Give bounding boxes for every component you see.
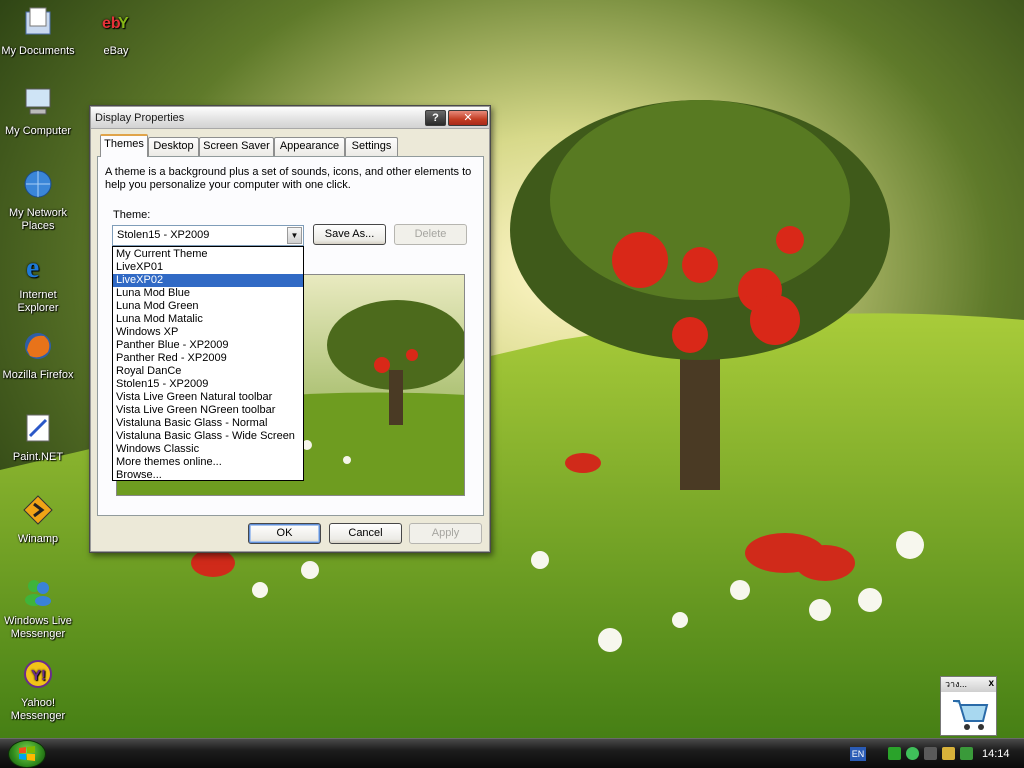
desktop-icon-ebay[interactable]: eb Y eBay	[78, 6, 154, 58]
folder-documents-icon	[25, 7, 51, 35]
language-indicator[interactable]: EN	[850, 747, 866, 761]
dropdown-item[interactable]: Vistaluna Basic Glass - Wide Screen	[113, 430, 303, 443]
widget-close-button[interactable]: x	[988, 678, 994, 689]
save-as-button[interactable]: Save As...	[313, 224, 386, 245]
computer-icon	[25, 88, 51, 115]
dropdown-item[interactable]: Luna Mod Matalic	[113, 313, 303, 326]
dropdown-item[interactable]: Vistaluna Basic Glass - Normal	[113, 417, 303, 430]
dropdown-item[interactable]: Luna Mod Blue	[113, 287, 303, 300]
dropdown-item[interactable]: Stolen15 - XP2009	[113, 378, 303, 391]
internet-explorer-icon: e	[26, 251, 39, 284]
windows-logo-icon	[19, 746, 35, 761]
ok-button[interactable]: OK	[248, 523, 321, 544]
delete-button[interactable]: Delete	[394, 224, 467, 245]
svg-text:Y!: Y!	[31, 667, 46, 684]
dropdown-item[interactable]: LiveXP01	[113, 261, 303, 274]
tab-screen-saver[interactable]: Screen Saver	[199, 137, 274, 156]
clock: 14:14	[982, 748, 1010, 760]
dropdown-item[interactable]: Vista Live Green Natural toolbar	[113, 391, 303, 404]
desktop-icon-internet-explorer[interactable]: e Internet Explorer	[0, 250, 76, 315]
svg-text:e: e	[26, 251, 39, 282]
firefox-icon	[25, 333, 51, 359]
dialog-title: Display Properties	[95, 112, 185, 124]
tab-settings[interactable]: Settings	[345, 137, 398, 156]
dropdown-item[interactable]: Panther Red - XP2009	[113, 352, 303, 365]
theme-dropdown-list[interactable]: My Current Theme LiveXP01 LiveXP02 Luna Mod…	[112, 246, 304, 481]
flag-icon[interactable]	[888, 747, 901, 760]
desktop-icon-yahoo-messenger[interactable]: Y! Yahoo! Messenger	[0, 658, 76, 723]
taskbar: EN 14:14	[0, 738, 1024, 768]
shopping-cart-icon	[953, 700, 989, 730]
winamp-icon	[23, 495, 53, 525]
dropdown-item[interactable]: My Current Theme	[113, 248, 303, 261]
desktop-widget[interactable]: วาง... x	[940, 676, 997, 736]
theme-select[interactable]: Stolen15 - XP2009 ▼	[112, 225, 304, 246]
desktop-icon-firefox[interactable]: Mozilla Firefox	[0, 330, 76, 382]
desktop-icon-my-computer[interactable]: My Computer	[0, 86, 76, 138]
desktop-icon-network[interactable]: My Network Places	[0, 168, 76, 233]
start-button[interactable]	[8, 740, 46, 768]
ebay-icon: ebY	[102, 15, 129, 32]
help-button[interactable]: ?	[425, 110, 446, 126]
dropdown-item[interactable]: Windows Classic	[113, 443, 303, 456]
dropdown-item[interactable]: Browse...	[113, 469, 303, 482]
close-button[interactable]: ✕	[448, 110, 488, 126]
desktop-icon-my-documents[interactable]: My Documents	[0, 6, 76, 58]
dropdown-item[interactable]: LiveXP02	[113, 274, 303, 287]
dialog-titlebar[interactable]: Display Properties ? ✕	[91, 107, 489, 129]
dropdown-item[interactable]: Panther Blue - XP2009	[113, 339, 303, 352]
spark-icon[interactable]	[942, 747, 955, 760]
network-icon	[24, 170, 52, 198]
tools-icon[interactable]	[924, 747, 937, 760]
desktop-icon-winamp[interactable]: Winamp	[0, 494, 76, 546]
dropdown-item[interactable]: Royal DanCe	[113, 365, 303, 378]
apply-button[interactable]: Apply	[409, 523, 482, 544]
dropdown-item[interactable]: More themes online...	[113, 456, 303, 469]
yahoo-messenger-icon: Y!	[24, 660, 52, 688]
safely-remove-icon[interactable]	[960, 747, 973, 760]
desktop-icon-paint-net[interactable]: Paint.NET	[0, 412, 76, 464]
tab-desktop[interactable]: Desktop	[148, 137, 199, 156]
network-tray-icon[interactable]	[906, 747, 919, 760]
cancel-button[interactable]: Cancel	[329, 523, 402, 544]
theme-label: Theme:	[113, 209, 151, 221]
tab-themes[interactable]: Themes	[100, 134, 148, 157]
dropdown-item[interactable]: Vista Live Green NGreen toolbar	[113, 404, 303, 417]
chevron-down-icon[interactable]: ▼	[287, 227, 302, 244]
svg-text:Y: Y	[118, 15, 129, 32]
theme-select-value: Stolen15 - XP2009	[117, 229, 210, 241]
dropdown-item[interactable]: Windows XP	[113, 326, 303, 339]
messenger-icon	[25, 580, 51, 606]
theme-description: A theme is a background plus a set of so…	[105, 166, 472, 191]
dropdown-item[interactable]: Luna Mod Green	[113, 300, 303, 313]
paint-net-icon	[26, 414, 50, 442]
desktop-icon-messenger[interactable]: Windows Live Messenger	[0, 576, 76, 641]
tab-appearance[interactable]: Appearance	[274, 137, 345, 156]
